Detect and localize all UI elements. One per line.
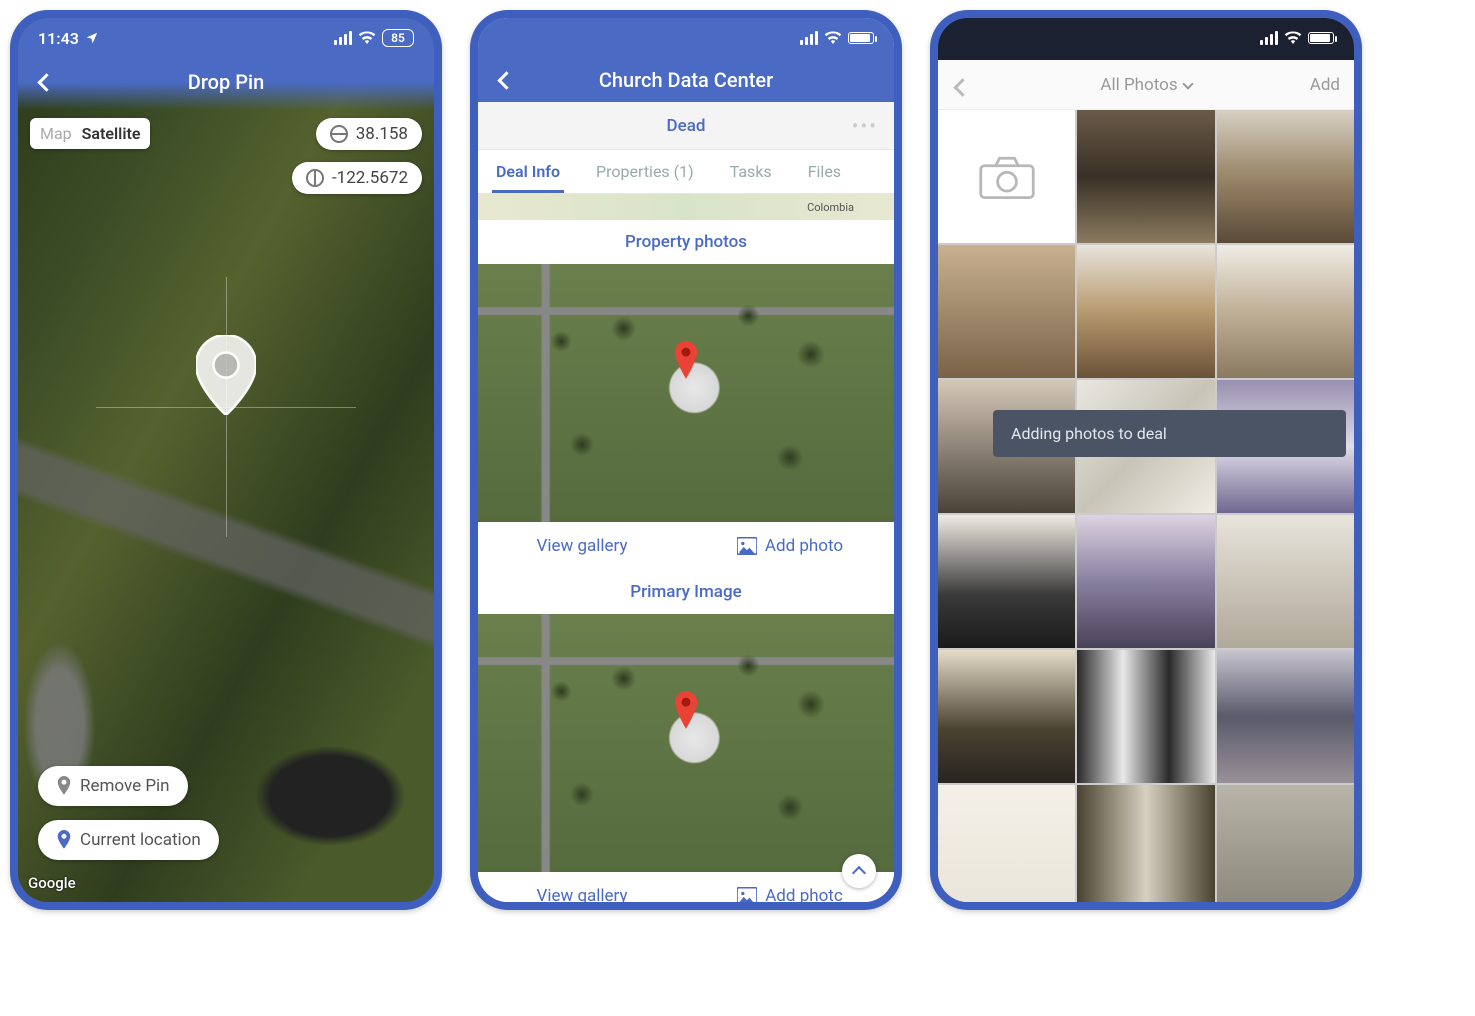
photo-thumbnail[interactable] <box>1077 110 1214 243</box>
photo-action-row: View gallery Add photo <box>478 522 894 570</box>
deal-body-scroll[interactable]: Colombia Property photos View gallery Ad… <box>478 194 894 902</box>
page-title: Church Data Center <box>599 68 773 92</box>
property-satellite-image[interactable] <box>478 264 894 522</box>
remove-pin-label: Remove Pin <box>80 776 170 796</box>
deal-status-label: Dead <box>667 116 706 136</box>
image-icon <box>737 887 757 902</box>
photo-thumbnail[interactable] <box>938 245 1075 378</box>
photo-thumbnail[interactable] <box>1217 515 1354 648</box>
current-location-button[interactable]: Current location <box>38 820 219 860</box>
wifi-icon <box>1284 31 1302 45</box>
phone-frame-photo-gallery: All Photos Add <box>930 10 1362 910</box>
cellular-signal-icon <box>1260 31 1278 45</box>
photo-thumbnail[interactable] <box>1077 785 1214 902</box>
map-pin-red-icon <box>672 341 700 381</box>
map-type-map[interactable]: Map <box>40 124 72 143</box>
photo-thumbnail[interactable] <box>1217 245 1354 378</box>
back-button[interactable] <box>36 70 60 94</box>
status-time: 11:43 <box>38 29 79 48</box>
nav-header: Drop Pin <box>18 58 434 106</box>
chevron-down-icon <box>1184 75 1192 95</box>
add-photo-button[interactable]: Add photo <box>686 522 894 570</box>
deal-status-bar[interactable]: Dead ••• <box>478 102 894 150</box>
longitude-icon <box>306 169 324 187</box>
phone-frame-drop-pin: 11:43 85 Drop Pin Map Satellite 38.158 -… <box>10 10 442 910</box>
nav-header: Church Data Center <box>478 58 894 102</box>
map-pin-icon[interactable] <box>196 335 256 407</box>
phone-frame-deal-detail: Church Data Center Dead ••• Deal Info Pr… <box>470 10 902 910</box>
primary-satellite-image[interactable] <box>478 614 894 872</box>
back-button[interactable] <box>496 68 520 92</box>
google-watermark: Google <box>28 874 76 892</box>
wifi-icon <box>358 31 376 45</box>
battery-indicator: 85 <box>382 29 414 47</box>
view-gallery-button[interactable]: View gallery <box>478 522 686 570</box>
mini-map-strip: Colombia <box>478 194 894 220</box>
battery-indicator <box>848 32 874 44</box>
status-bar <box>938 18 1354 58</box>
status-bar <box>478 18 894 58</box>
more-icon[interactable]: ••• <box>852 114 878 138</box>
wifi-icon <box>824 31 842 45</box>
photo-thumbnail[interactable] <box>938 785 1075 902</box>
camera-icon <box>977 154 1037 200</box>
photo-thumbnail[interactable] <box>938 650 1075 783</box>
chevron-up-icon <box>854 865 864 878</box>
photo-thumbnail[interactable] <box>1217 785 1354 902</box>
view-gallery-button[interactable]: View gallery <box>478 872 686 902</box>
tab-properties[interactable]: Properties (1) <box>578 150 712 193</box>
longitude-value: -122.5672 <box>332 168 408 188</box>
section-property-photos: Property photos <box>478 220 894 264</box>
section-primary-image: Primary Image <box>478 570 894 614</box>
cellular-signal-icon <box>334 31 352 45</box>
pin-icon <box>56 776 72 796</box>
latitude-value: 38.158 <box>356 124 408 144</box>
photo-thumbnail[interactable] <box>1077 245 1214 378</box>
map-type-satellite[interactable]: Satellite <box>82 124 141 143</box>
tab-tasks[interactable]: Tasks <box>712 150 790 193</box>
photo-thumbnail[interactable] <box>938 515 1075 648</box>
page-title: Drop Pin <box>188 70 264 94</box>
map-type-toggle[interactable]: Map Satellite <box>30 118 150 149</box>
image-icon <box>737 537 757 555</box>
longitude-pill[interactable]: -122.5672 <box>292 162 422 194</box>
status-bar: 11:43 85 <box>18 18 434 58</box>
cellular-signal-icon <box>800 31 818 45</box>
deal-tabs: Deal Info Properties (1) Tasks Files <box>478 150 894 194</box>
current-location-label: Current location <box>80 830 201 850</box>
tab-files[interactable]: Files <box>790 150 859 193</box>
gallery-nav-header: All Photos Add <box>938 60 1354 110</box>
remove-pin-button[interactable]: Remove Pin <box>38 766 188 806</box>
photo-thumbnail[interactable] <box>1077 515 1214 648</box>
camera-tile[interactable] <box>938 110 1075 243</box>
photo-thumbnail[interactable] <box>1077 650 1214 783</box>
tab-deal-info[interactable]: Deal Info <box>478 150 578 193</box>
map-pin-red-icon <box>672 691 700 731</box>
battery-indicator <box>1308 32 1334 44</box>
location-arrow-icon <box>85 31 99 45</box>
photo-thumbnail[interactable] <box>1217 650 1354 783</box>
gallery-title-dropdown[interactable]: All Photos <box>1100 75 1191 95</box>
mini-map-label: Colombia <box>807 201 854 214</box>
latitude-icon <box>330 125 348 143</box>
toast-notification: Adding photos to deal <box>993 410 1346 457</box>
pin-icon <box>56 830 72 850</box>
latitude-pill[interactable]: 38.158 <box>316 118 422 150</box>
photo-grid[interactable] <box>938 110 1354 902</box>
photo-thumbnail[interactable] <box>1217 110 1354 243</box>
add-button[interactable]: Add <box>1310 75 1340 95</box>
scroll-to-top-button[interactable] <box>842 854 876 888</box>
back-button[interactable] <box>952 75 969 94</box>
photo-action-row-2: View gallery Add photc <box>478 872 894 902</box>
